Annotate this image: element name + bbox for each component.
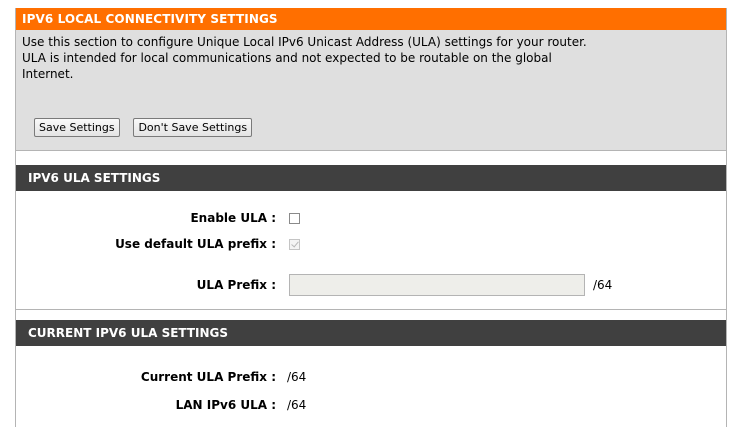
ula-prefix-input[interactable] (289, 274, 585, 296)
enable-ula-row: Enable ULA : (16, 207, 726, 229)
lan-ula-row: LAN IPv6 ULA : /64 (16, 394, 726, 416)
lan-ula-label: LAN IPv6 ULA : (175, 398, 276, 412)
settings-frame: IPV6 LOCAL CONNECTIVITY SETTINGS Use thi… (15, 8, 727, 427)
local-connectivity-title: IPV6 LOCAL CONNECTIVITY SETTINGS (16, 8, 726, 30)
current-prefix-label: Current ULA Prefix : (140, 370, 276, 384)
save-settings-button[interactable]: Save Settings (34, 118, 120, 137)
current-ula-settings-title: CURRENT IPV6 ULA SETTINGS (16, 320, 726, 346)
description-line: ULA is intended for local communications… (22, 51, 552, 65)
local-connectivity-panel: IPV6 LOCAL CONNECTIVITY SETTINGS Use thi… (16, 8, 726, 151)
current-prefix-row: Current ULA Prefix : /64 (16, 366, 726, 388)
ula-settings-title: IPV6 ULA SETTINGS (16, 165, 726, 191)
section-description: Use this section to configure Unique Loc… (16, 30, 726, 82)
enable-ula-label: Enable ULA : (190, 211, 276, 225)
default-prefix-label: Use default ULA prefix : (115, 237, 276, 251)
prefix-length-suffix: /64 (593, 278, 613, 292)
section-divider (16, 309, 726, 310)
ula-prefix-label: ULA Prefix : (196, 278, 276, 292)
current-prefix-value: /64 (287, 370, 307, 384)
description-line: Internet. (22, 67, 74, 81)
description-line: Use this section to configure Unique Loc… (22, 35, 587, 49)
ula-prefix-row: ULA Prefix : /64 (16, 274, 726, 296)
action-buttons: Save Settings Don't Save Settings (34, 118, 262, 137)
default-prefix-row: Use default ULA prefix : (16, 233, 726, 255)
lan-ula-value: /64 (287, 398, 307, 412)
default-prefix-checkbox[interactable] (289, 238, 300, 250)
dont-save-settings-button[interactable]: Don't Save Settings (133, 118, 253, 137)
enable-ula-checkbox[interactable] (289, 212, 300, 224)
